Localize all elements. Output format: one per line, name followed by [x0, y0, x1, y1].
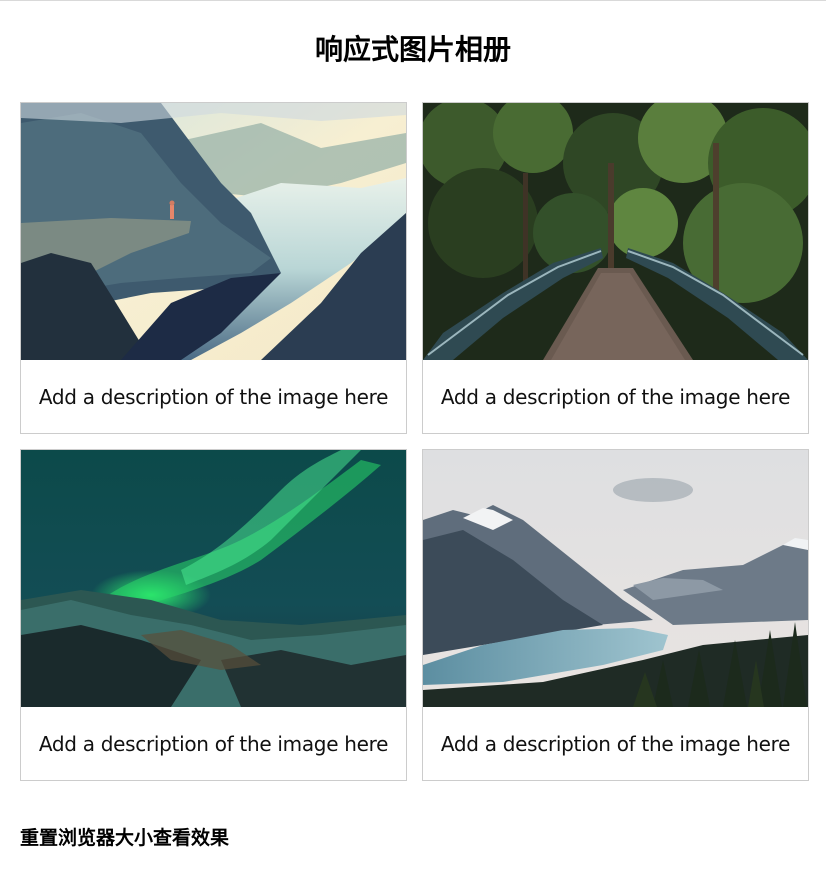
page-title: 响应式图片相册 — [314, 33, 511, 66]
gallery-image-bridge[interactable] — [423, 103, 808, 360]
gallery-image-aurora[interactable] — [21, 450, 406, 707]
gallery-card[interactable]: Add a description of the image here — [20, 102, 407, 434]
gallery-card[interactable]: Add a description of the image here — [20, 449, 407, 781]
image-description: Add a description of the image here — [440, 731, 791, 756]
resize-hint: 重置浏览器大小查看效果 — [20, 827, 230, 849]
image-description: Add a description of the image here — [440, 384, 791, 409]
gallery-image-mountains[interactable] — [423, 450, 808, 707]
image-description: Add a description of the image here — [38, 384, 389, 409]
gallery-card[interactable]: Add a description of the image here — [422, 102, 809, 434]
top-divider — [0, 0, 826, 1]
gallery-card[interactable]: Add a description of the image here — [422, 449, 809, 781]
image-description: Add a description of the image here — [38, 731, 389, 756]
gallery-image-fjord[interactable] — [21, 103, 406, 360]
